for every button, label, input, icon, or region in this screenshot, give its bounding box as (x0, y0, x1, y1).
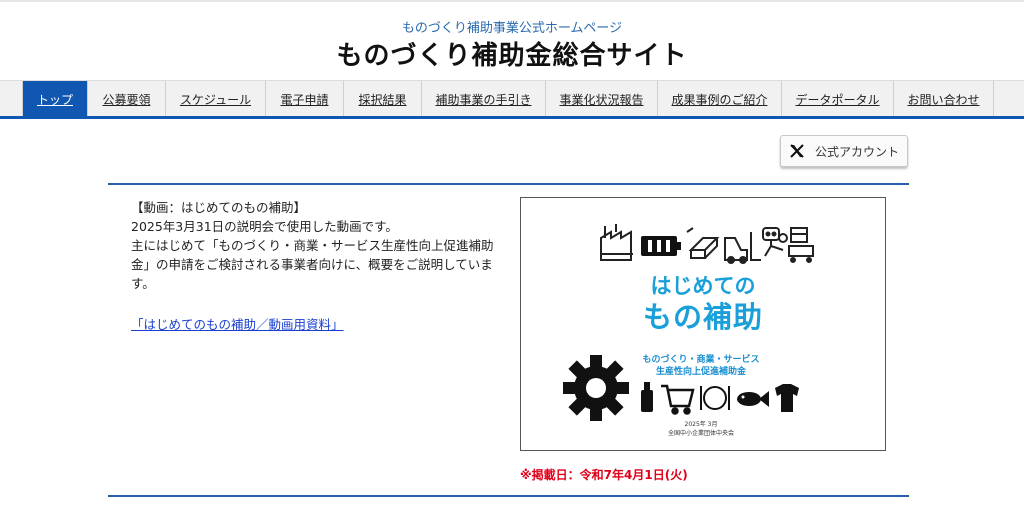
forklift-icon (724, 232, 761, 264)
article-description: 【動画：はじめてのもの補助】 2025年3月31日の説明会で使用した動画です。 … (131, 198, 501, 293)
x-logo-icon (790, 144, 804, 158)
nav-bottom-bar (0, 116, 1024, 119)
x-account-label: 公式アカウント (815, 144, 900, 159)
fish-icon (737, 391, 769, 407)
industry-icons (600, 224, 814, 264)
nav-item-case-studies[interactable]: 成果事例のご紹介 (658, 81, 782, 117)
battery-icon (641, 236, 681, 256)
thumbnail-title-line-2: もの補助 (642, 300, 763, 334)
site-title[interactable]: ものづくり補助金総合サイト (0, 35, 1024, 72)
thumbnail-date: 2025年 3月 (684, 421, 718, 428)
nav-item-data-portal[interactable]: データポータル (782, 81, 894, 117)
thumbnail-organization: 全国中小企業団体中央会 (667, 430, 734, 437)
tshirt-icon (775, 384, 799, 412)
robot-icon (762, 227, 788, 257)
article-line-2: 主にはじめて「ものづくり・商業・サービス生産性向上促進補助金」の申請をご検討され… (131, 238, 494, 291)
section-divider-bottom (108, 495, 909, 497)
nav-item-e-application[interactable]: 電子申請 (266, 81, 344, 117)
bottle-icon (641, 382, 653, 412)
site-subtitle: ものづくり補助事業公式ホームページ (401, 21, 623, 36)
posted-date: ※掲載日：令和7年4月1日(火) (520, 468, 688, 482)
gear-icon (563, 355, 629, 421)
article-line-1: 2025年3月31日の説明会で使用した動画です。 (131, 219, 398, 234)
nav-item-schedule[interactable]: スケジュール (166, 81, 266, 117)
cart-box-icon (788, 227, 814, 263)
site-header: ものづくり補助事業公式ホームページ ものづくり補助金総合サイト (0, 2, 1024, 80)
nav-item-top[interactable]: トップ (22, 81, 88, 117)
factory-icon (600, 224, 633, 261)
section-divider-top (108, 183, 909, 185)
nav-item-handbook[interactable]: 補助事業の手引き (422, 81, 546, 117)
nav-item-guidelines[interactable]: 公募要領 (88, 81, 166, 117)
video-material-link[interactable]: 「はじめてのもの補助／動画用資料」 (131, 314, 344, 333)
x-official-account-button[interactable]: 公式アカウント (780, 135, 908, 167)
global-nav: トップ 公募要領 スケジュール 電子申請 採択結果 補助事業の手引き 事業化状況… (0, 80, 1024, 117)
plate-cutlery-icon (700, 386, 730, 410)
nav-item-results[interactable]: 採択結果 (344, 81, 422, 117)
video-thumbnail[interactable]: はじめての もの補助 ものづくり・商業・サービス 生産性向上促進補助金 2025… (520, 197, 886, 451)
commerce-icons (641, 382, 799, 415)
nav-list: トップ 公募要領 スケジュール 電子申請 採択結果 補助事業の手引き 事業化状況… (22, 81, 994, 117)
materials-icon (686, 227, 720, 259)
nav-item-status-report[interactable]: 事業化状況報告 (546, 81, 658, 117)
article-heading: 【動画：はじめてのもの補助】 (131, 200, 307, 215)
shopping-cart-icon (661, 384, 695, 415)
nav-item-contact[interactable]: お問い合わせ (894, 81, 994, 117)
